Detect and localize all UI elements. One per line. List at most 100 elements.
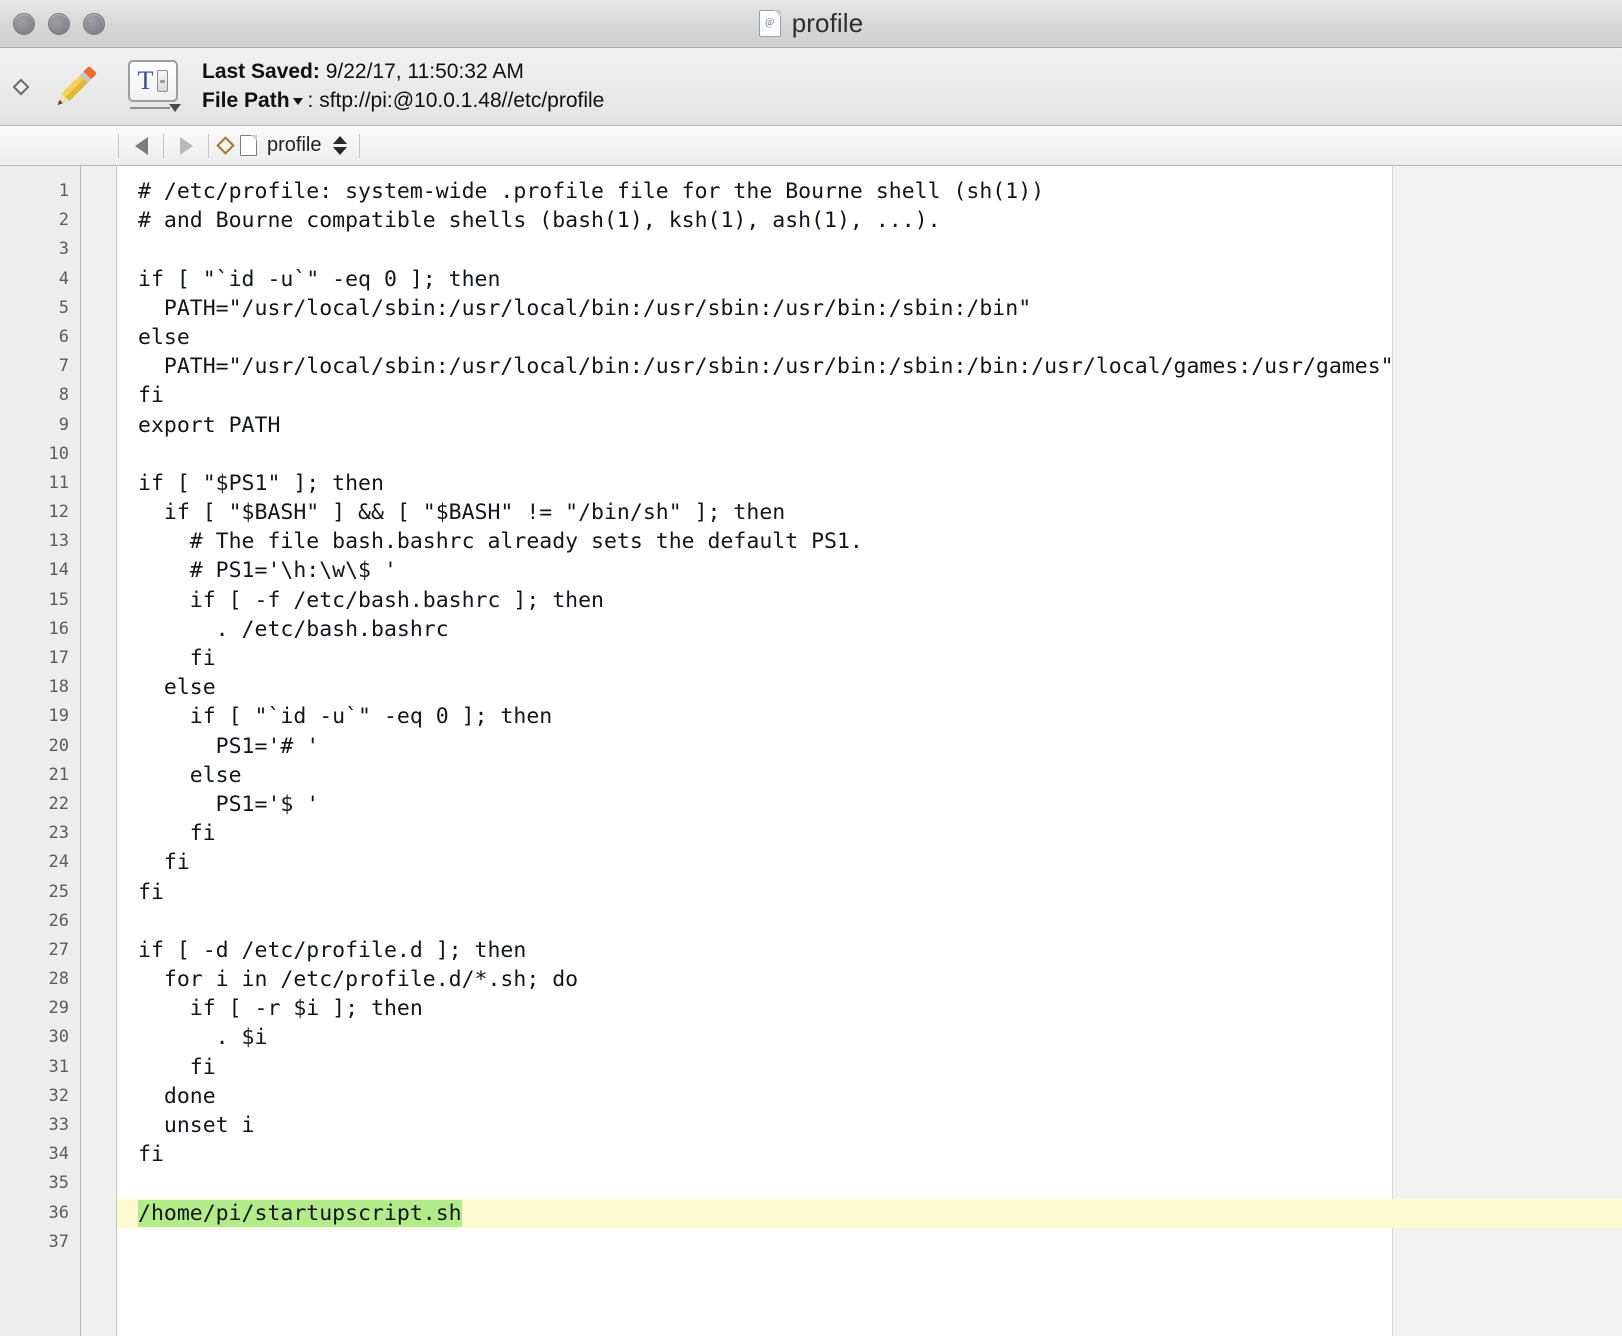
line-number: 11 xyxy=(48,472,69,493)
arrow-left-icon xyxy=(134,136,148,155)
line-number: 35 xyxy=(48,1173,69,1194)
code-line[interactable]: if [ "`id -u`" -eq 0 ]; then xyxy=(117,265,1622,294)
code-line[interactable]: export PATH xyxy=(117,411,1622,440)
code-line[interactable]: if [ "`id -u`" -eq 0 ]; then xyxy=(117,702,1622,731)
code-line[interactable] xyxy=(117,1228,1622,1257)
line-number: 33 xyxy=(48,1115,69,1135)
line-number: 5 xyxy=(58,297,69,318)
pencil-icon-svg xyxy=(57,66,97,105)
code-line[interactable]: # and Bourne compatible shells (bash(1),… xyxy=(117,206,1622,235)
chevron-down-icon[interactable] xyxy=(169,103,181,112)
mode-indicator[interactable] xyxy=(4,78,38,95)
file-path-value: sftp://pi:@10.0.1.48//etc/profile xyxy=(319,89,605,112)
window-controls xyxy=(13,12,105,35)
diamond-icon[interactable] xyxy=(216,136,235,155)
file-path-separator: : xyxy=(307,89,320,112)
text-editor-window: @ profile T Last Saved: 9/22/17, 11:50:3… xyxy=(0,0,1622,1336)
code-line[interactable] xyxy=(117,440,1622,469)
pencil-icon[interactable] xyxy=(44,56,106,118)
document-info-toolbar: T Last Saved: 9/22/17, 11:50:32 AM File … xyxy=(0,48,1622,126)
code-line[interactable] xyxy=(117,907,1622,936)
code-line[interactable]: else xyxy=(117,673,1622,702)
line-number: 27 xyxy=(48,939,69,960)
code-content[interactable]: # /etc/profile: system-wide .profile fil… xyxy=(117,177,1622,1257)
code-line[interactable]: . /etc/bash.bashrc xyxy=(117,615,1622,644)
code-line[interactable]: fi xyxy=(117,1140,1622,1169)
forward-button[interactable] xyxy=(164,131,208,161)
tab-label[interactable]: profile xyxy=(267,134,321,157)
file-path-row: File Path: sftp://pi:@10.0.1.48//etc/pro… xyxy=(202,88,604,114)
fold-column[interactable] xyxy=(81,166,117,1336)
code-line[interactable]: else xyxy=(117,323,1622,352)
line-number: 12 xyxy=(48,502,69,523)
code-line[interactable] xyxy=(117,1169,1622,1198)
file-path-label[interactable]: File Path xyxy=(202,89,290,112)
code-line[interactable] xyxy=(117,235,1622,264)
text-format-button[interactable]: T xyxy=(124,57,184,117)
document-info-text: Last Saved: 9/22/17, 11:50:32 AM File Pa… xyxy=(202,59,604,115)
document-icon: @ xyxy=(758,10,781,37)
last-saved-label: Last Saved: xyxy=(202,59,320,83)
code-line[interactable]: done xyxy=(117,1082,1622,1111)
minimize-button[interactable] xyxy=(48,12,70,35)
line-number: 8 xyxy=(58,385,69,406)
stepper-up-icon[interactable] xyxy=(333,136,348,144)
diamond-icon xyxy=(12,78,30,95)
line-number: 26 xyxy=(48,910,69,931)
line-number: 22 xyxy=(48,793,69,814)
back-button[interactable] xyxy=(119,131,163,161)
code-line[interactable]: if [ -d /etc/profile.d ]; then xyxy=(117,936,1622,965)
editor-pane: 1 2 3 4 5 6 7 8 9 10 11 12 13 14 15 16 17 18 19 20 21 22 23 24 2… xyxy=(0,166,1622,1336)
line-number: 2 xyxy=(58,210,69,231)
code-line[interactable]: fi xyxy=(117,381,1622,410)
code-line[interactable]: for i in /etc/profile.d/*.sh; do xyxy=(117,965,1622,994)
line-number: 16 xyxy=(48,618,69,639)
chevron-down-icon[interactable] xyxy=(292,98,303,105)
code-line[interactable]: PATH="/usr/local/sbin:/usr/local/bin:/us… xyxy=(117,352,1622,381)
code-line[interactable]: . $i xyxy=(117,1023,1622,1052)
line-number: 15 xyxy=(48,589,69,610)
zoom-button[interactable] xyxy=(83,12,105,35)
code-line[interactable]: PATH="/usr/local/sbin:/usr/local/bin:/us… xyxy=(117,294,1622,323)
line-number: 21 xyxy=(48,764,69,785)
window-titlebar: @ profile xyxy=(0,0,1622,48)
line-number: 28 xyxy=(48,969,69,990)
line-number: 14 xyxy=(48,560,69,581)
code-line[interactable]: PS1='# ' xyxy=(117,732,1622,761)
code-line[interactable]: if [ "$BASH" ] && [ "$BASH" != "/bin/sh"… xyxy=(117,498,1622,527)
code-line[interactable]: fi xyxy=(117,878,1622,907)
up-down-stepper-icon[interactable] xyxy=(333,136,348,155)
code-area[interactable]: # /etc/profile: system-wide .profile fil… xyxy=(117,166,1622,1336)
text-format-glyph: T xyxy=(137,65,154,95)
code-line[interactable]: PS1='$ ' xyxy=(117,790,1622,819)
code-line[interactable]: if [ -f /etc/bash.bashrc ]; then xyxy=(117,586,1622,615)
code-line[interactable]: fi xyxy=(117,819,1622,848)
selected-text[interactable]: /home/pi/startupscript.sh xyxy=(138,1199,462,1227)
line-number-gutter: 1 2 3 4 5 6 7 8 9 10 11 12 13 14 15 16 17 18 19 20 21 22 23 24 2… xyxy=(0,166,81,1336)
line-number: 29 xyxy=(48,998,69,1019)
code-line[interactable]: if [ "$PS1" ]; then xyxy=(117,469,1622,498)
close-button[interactable] xyxy=(13,12,35,35)
line-number: 1 xyxy=(58,181,69,201)
code-line[interactable]: # /etc/profile: system-wide .profile fil… xyxy=(117,177,1622,206)
line-number: 34 xyxy=(48,1144,69,1165)
line-number: 24 xyxy=(48,852,69,873)
line-number: 4 xyxy=(58,268,69,289)
navbar-divider xyxy=(359,133,361,158)
code-line[interactable]: if [ -r $i ]; then xyxy=(117,994,1622,1023)
line-number: 19 xyxy=(48,706,69,727)
line-number: 17 xyxy=(48,648,69,668)
code-line[interactable]: # PS1='\h:\w\$ ' xyxy=(117,556,1622,585)
line-number: 10 xyxy=(48,443,69,464)
code-line[interactable]: fi xyxy=(117,644,1622,673)
window-title: profile xyxy=(791,8,864,38)
code-line[interactable]: /home/pi/startupscript.sh xyxy=(117,1198,1622,1228)
stepper-down-icon[interactable] xyxy=(333,147,348,155)
code-line[interactable]: fi xyxy=(117,848,1622,877)
code-line[interactable]: fi xyxy=(117,1053,1622,1082)
code-line[interactable]: # The file bash.bashrc already sets the … xyxy=(117,527,1622,556)
code-line[interactable]: else xyxy=(117,761,1622,790)
code-line[interactable]: unset i xyxy=(117,1111,1622,1140)
line-number: 7 xyxy=(58,356,69,377)
document-navbar: profile xyxy=(0,126,1622,166)
